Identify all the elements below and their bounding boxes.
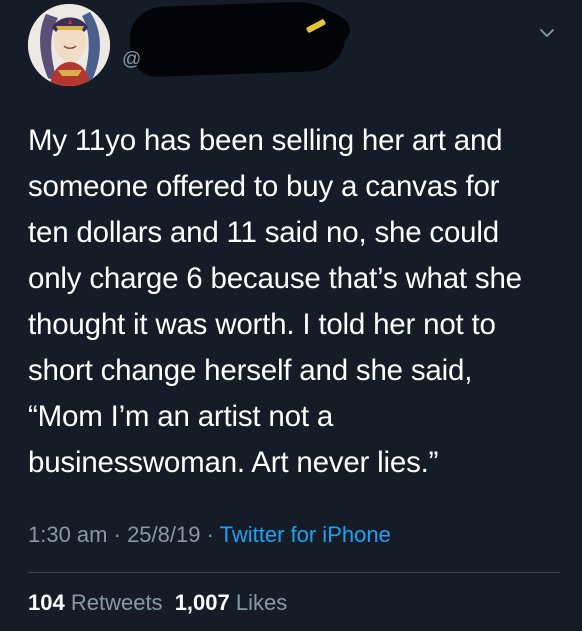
tweet-stats: 104 Retweets 1,007 Likes [28, 590, 287, 616]
tweet-meta: 1:30 am · 25/8/19 · Twitter for iPhone [28, 522, 391, 548]
tweet-date[interactable]: 25/8/19 [127, 522, 200, 547]
user-handle[interactable]: @ [122, 49, 141, 71]
tweet-header: @ [0, 0, 582, 100]
redaction-scribble-extension [280, 10, 350, 50]
tweet-source-link[interactable]: Twitter for iPhone [220, 522, 391, 547]
retweets-count: 104 [28, 590, 65, 615]
retweets-label: Retweets [70, 590, 163, 615]
tweet-text: My 11yo has been selling her art and som… [28, 124, 522, 479]
avatar[interactable] [28, 4, 110, 86]
tweet-time[interactable]: 1:30 am [28, 522, 108, 547]
divider [28, 572, 560, 573]
chevron-down-icon[interactable] [538, 24, 556, 42]
meta-separator: · [200, 522, 220, 547]
likes-count: 1,007 [174, 590, 230, 615]
likes-stat[interactable]: 1,007 Likes [175, 590, 288, 615]
retweets-stat[interactable]: 104 Retweets [28, 590, 163, 615]
avatar-illustration-icon [28, 4, 110, 86]
meta-separator: · [107, 522, 128, 547]
likes-label: Likes [235, 590, 288, 615]
